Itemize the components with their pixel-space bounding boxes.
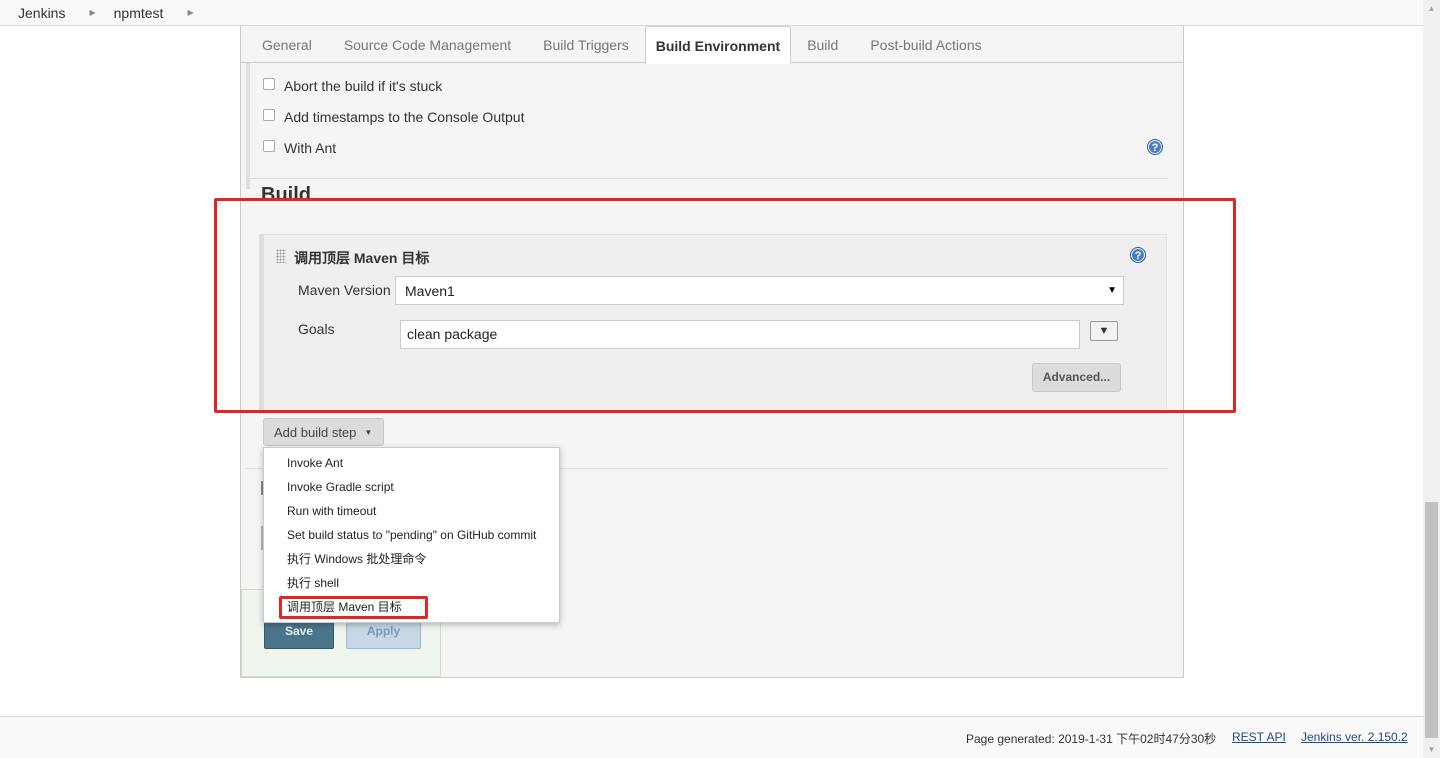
option-with-ant[interactable]: With Ant — [263, 140, 336, 156]
menu-item-run-with-timeout[interactable]: Run with timeout — [264, 500, 559, 524]
annotation-highlight-build-step — [214, 198, 1236, 413]
tab-build-environment[interactable]: Build Environment — [644, 26, 792, 64]
checkbox[interactable] — [263, 109, 275, 121]
checkbox[interactable] — [263, 140, 275, 152]
tab-general[interactable]: General — [246, 26, 328, 63]
help-icon[interactable]: ? — [1147, 139, 1163, 155]
tab-build-triggers[interactable]: Build Triggers — [527, 26, 645, 63]
chevron-right-icon[interactable]: ▶ — [187, 8, 193, 17]
add-build-step-button[interactable]: Add build step ▼ — [263, 418, 384, 446]
tab-source-code-management[interactable]: Source Code Management — [328, 26, 527, 63]
rest-api-link[interactable]: REST API — [1232, 730, 1286, 744]
breadcrumb-npmtest[interactable]: npmtest — [114, 5, 164, 21]
option-add-timestamps[interactable]: Add timestamps to the Console Output — [263, 109, 524, 125]
annotation-highlight-menu-item — [279, 596, 428, 619]
add-build-step-label: Add build step — [274, 424, 357, 440]
option-label: With Ant — [284, 140, 337, 156]
chevron-right-icon[interactable]: ▶ — [89, 8, 95, 17]
scroll-down-icon[interactable]: ▼ — [1423, 741, 1440, 758]
menu-item-invoke-ant[interactable]: Invoke Ant — [264, 452, 559, 476]
caret-down-icon: ▼ — [364, 427, 373, 437]
tab-post-build-actions[interactable]: Post-build Actions — [854, 26, 997, 63]
menu-item-shell[interactable]: 执行 shell — [264, 572, 559, 596]
breadcrumb: Jenkins ▶ npmtest ▶ — [0, 0, 1423, 26]
checkbox[interactable] — [263, 78, 275, 90]
option-abort-if-stuck[interactable]: Abort the build if it's stuck — [263, 78, 442, 94]
vertical-scrollbar[interactable]: ▲ ▼ — [1423, 0, 1440, 758]
breadcrumb-jenkins[interactable]: Jenkins — [18, 5, 65, 21]
page-footer: Page generated: 2019-1-31 下午02时47分30秒 RE… — [0, 716, 1423, 758]
build-environment-section-bar — [246, 63, 251, 189]
menu-item-windows-batch[interactable]: 执行 Windows 批处理命令 — [264, 548, 559, 572]
page-generated-text: Page generated: 2019-1-31 下午02时47分30秒 — [966, 732, 1217, 746]
scroll-up-icon[interactable]: ▲ — [1423, 0, 1440, 17]
jenkins-version-link[interactable]: Jenkins ver. 2.150.2 — [1301, 730, 1408, 744]
config-tabbar: General Source Code Management Build Tri… — [241, 26, 1183, 64]
option-label: Abort the build if it's stuck — [284, 78, 443, 94]
menu-item-github-pending[interactable]: Set build status to "pending" on GitHub … — [264, 524, 559, 548]
option-label: Add timestamps to the Console Output — [284, 109, 525, 125]
menu-item-invoke-gradle[interactable]: Invoke Gradle script — [264, 476, 559, 500]
section-divider — [246, 178, 1168, 179]
tab-build[interactable]: Build — [791, 26, 854, 63]
scrollbar-thumb[interactable] — [1425, 502, 1438, 738]
